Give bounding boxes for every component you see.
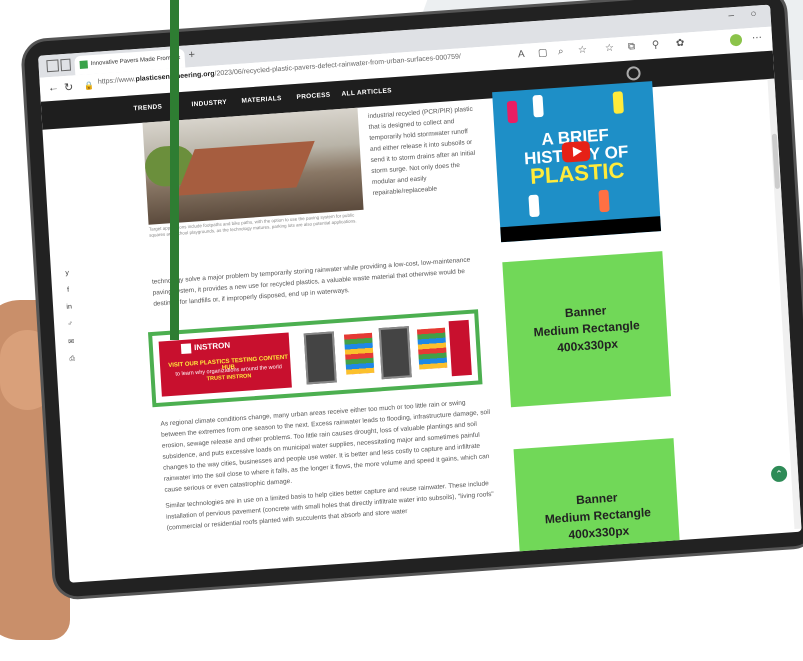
facebook-icon[interactable]: f: [62, 286, 74, 294]
workspaces-icon[interactable]: [46, 59, 60, 73]
extension-icon[interactable]: ⚲: [652, 39, 660, 51]
refresh-icon[interactable]: ↻: [64, 80, 74, 94]
collections-icon[interactable]: ⧉: [628, 41, 636, 52]
back-icon[interactable]: ←: [48, 81, 60, 94]
bottle-graphic: [506, 100, 519, 124]
scroll-thumb[interactable]: [771, 133, 781, 189]
cup-graphic: [532, 94, 544, 118]
more-menu-icon[interactable]: ⋯: [752, 32, 763, 44]
profile-avatar[interactable]: [729, 33, 743, 47]
site-favicon-icon: [79, 60, 88, 69]
social-share-bar: y f in ♂ ✉ ⎙: [61, 269, 79, 374]
nav-process[interactable]: PROCESS: [296, 92, 330, 101]
scroll-to-top-button[interactable]: ⌃: [770, 465, 788, 483]
restore-button[interactable]: ○: [750, 9, 757, 20]
control-panel-image: [343, 332, 375, 375]
testing-machine-image: [303, 331, 337, 385]
testing-machine-image: [378, 326, 412, 380]
bag-graphic: [528, 194, 540, 218]
new-tab-button[interactable]: +: [188, 49, 195, 61]
url-prefix: https://www.: [97, 76, 136, 86]
favorite-star-icon[interactable]: ☆: [578, 45, 588, 57]
ad-red-edge: [448, 319, 472, 377]
image-paver-path: [176, 140, 315, 196]
tablet-bezel: Innovative Pavers Made From × + – ○ ← ↻ …: [20, 0, 803, 601]
ad-brand: INSTRON: [193, 340, 231, 353]
nav-industry[interactable]: INDUSTRY: [191, 99, 227, 108]
immersive-reader-icon[interactable]: ▢: [538, 47, 548, 59]
search-icon[interactable]: [626, 65, 641, 81]
favorites-icon[interactable]: ☆: [605, 43, 615, 55]
tab-title: Innovative Pavers Made From: [90, 55, 171, 68]
article-body: As regional climate conditions change, m…: [160, 396, 497, 534]
tablet: Innovative Pavers Made From × + – ○ ← ↻ …: [20, 0, 803, 661]
banner-text: Banner Medium Rectangle 400x330px: [532, 300, 641, 358]
callout-line: [170, 0, 179, 340]
nav-all-articles[interactable]: ALL ARTICLES: [341, 87, 392, 98]
reddit-icon[interactable]: ♂: [64, 320, 76, 328]
scrollbar[interactable]: [767, 78, 802, 530]
browser-screen: Innovative Pavers Made From × + – ○ ← ↻ …: [38, 4, 802, 583]
zoom-icon[interactable]: ⌕: [558, 46, 564, 57]
duck-graphic: [612, 91, 624, 114]
linkedin-icon[interactable]: in: [63, 303, 75, 311]
nav-materials[interactable]: MATERIALS: [241, 95, 282, 105]
twitter-icon[interactable]: y: [61, 269, 73, 277]
article-paragraph: technology solve a major problem by temp…: [151, 256, 471, 308]
ad-highlight-frame: INSTRON VISIT OUR PLASTICS TESTING CONTE…: [148, 309, 483, 408]
banner-ad-2[interactable]: Banner Medium Rectangle 400x330px: [513, 438, 683, 583]
email-icon[interactable]: ✉: [65, 337, 77, 346]
video-thumbnail[interactable]: A BRIEF HIST Y OF PLASTIC: [492, 81, 662, 243]
extensions-icon[interactable]: ✿: [676, 38, 685, 50]
minimize-button[interactable]: –: [728, 10, 734, 21]
banner-ad-1[interactable]: Banner Medium Rectangle 400x330px: [502, 251, 671, 408]
video-control-bar: [500, 216, 662, 243]
ad-red-panel: INSTRON VISIT OUR PLASTICS TESTING CONTE…: [158, 332, 292, 397]
lock-icon: 🔒: [83, 81, 95, 91]
article-side-text: industrial recycled (PCR/PIR) plastic th…: [367, 105, 476, 198]
instron-ad[interactable]: INSTRON VISIT OUR PLASTICS TESTING CONTE…: [158, 319, 472, 397]
control-panel-image: [416, 327, 448, 370]
play-icon: [572, 146, 583, 157]
banner-text: Banner Medium Rectangle 400x330px: [543, 487, 652, 545]
tab-actions-icon[interactable]: [60, 58, 72, 72]
cone-graphic: [598, 189, 610, 213]
nav-trends[interactable]: TRENDS: [133, 103, 162, 112]
instron-logo-icon: [180, 343, 192, 355]
read-aloud-icon[interactable]: A: [518, 49, 525, 60]
print-icon[interactable]: ⎙: [66, 355, 78, 364]
